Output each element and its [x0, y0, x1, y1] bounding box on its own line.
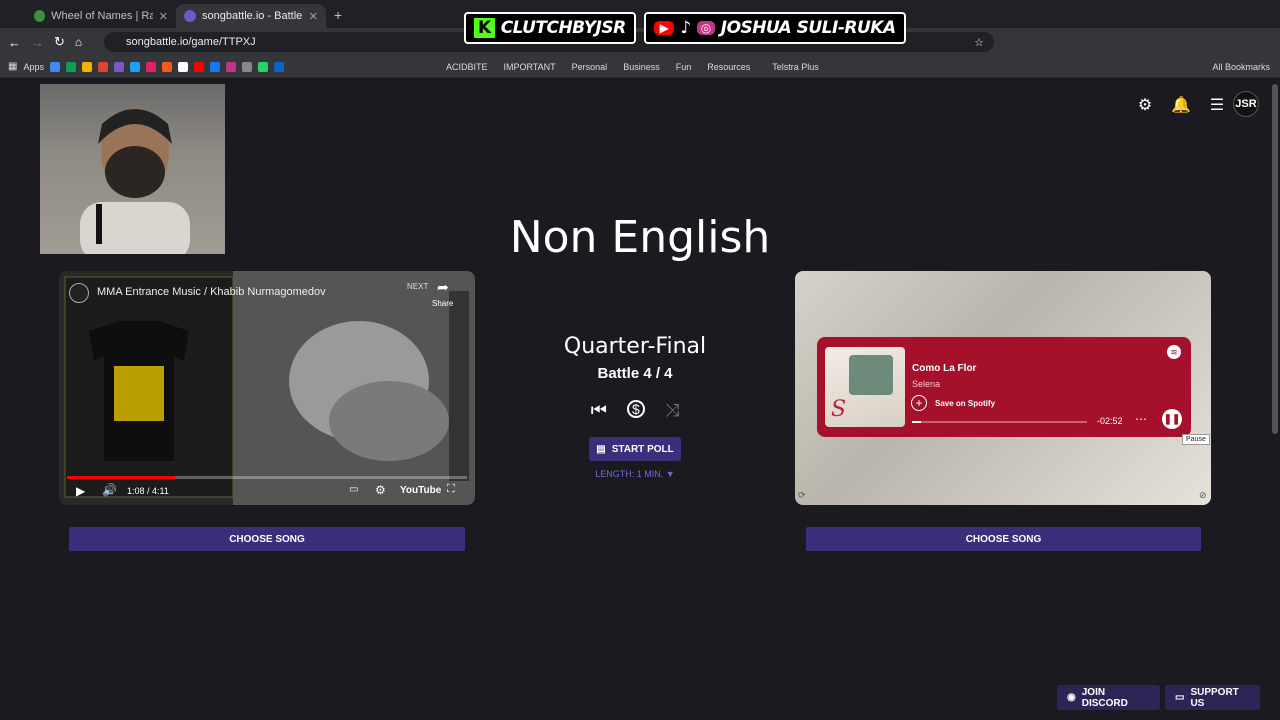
bookmark-all[interactable]: All Bookmarks: [1212, 62, 1270, 72]
notifications-bell-icon[interactable]: 🔔: [1170, 94, 1192, 116]
start-poll-label: START POLL: [611, 443, 674, 455]
handle-text: CLUTCHBYJSR: [500, 18, 626, 38]
close-icon[interactable]: ✕: [309, 10, 318, 23]
join-discord-label: JOIN DISCORD: [1081, 686, 1128, 709]
album-art: S: [825, 347, 905, 427]
kick-icon: K: [474, 18, 495, 38]
kick-handle: K CLUTCHBYJSR: [464, 12, 636, 44]
reload-icon[interactable]: ↻: [54, 34, 65, 50]
settings-icon[interactable]: ⚙: [375, 483, 386, 497]
bookmark-star-icon[interactable]: ☆: [974, 36, 984, 49]
choose-song-button-right[interactable]: CHOOSE SONG: [806, 527, 1201, 551]
share-label[interactable]: Share: [432, 299, 453, 308]
next-label: NEXT: [407, 282, 429, 291]
youtube-logo[interactable]: YouTube: [400, 485, 441, 496]
previous-icon[interactable]: ⏮: [591, 400, 607, 421]
youtube-player[interactable]: MMA Entrance Music / Khabib Nurmagomedov…: [59, 271, 475, 505]
video-time: 1:08 / 4:11: [127, 486, 169, 496]
shuffle-icon[interactable]: ⤨: [665, 400, 679, 421]
youtube-icon: ▶: [653, 21, 675, 35]
play-icon[interactable]: ▶: [76, 484, 85, 498]
tiktok-icon: ♪: [680, 18, 691, 38]
category-title: Non English: [509, 212, 771, 263]
tab-wheel-of-names[interactable]: Wheel of Names | Random nam ✕: [26, 4, 176, 28]
choose-song-button-left[interactable]: CHOOSE SONG: [69, 527, 465, 551]
spotify-player[interactable]: S Como La Flor Selena + Save on Spotify …: [817, 337, 1191, 437]
track-progress-fill: [912, 421, 921, 423]
tab-songbattle[interactable]: songbattle.io - Battle Song ✕: [176, 4, 326, 28]
socials-handle: ▶ ♪ ◎ JOSHUA SULI-RUKA: [643, 12, 906, 44]
tab-favicon-icon: [184, 10, 196, 22]
tab-favicon-icon: [34, 10, 46, 22]
tab-title: songbattle.io - Battle Song: [202, 10, 302, 22]
time-remaining: -02:52: [1097, 416, 1123, 426]
video-title[interactable]: MMA Entrance Music / Khabib Nurmagomedov: [97, 286, 326, 298]
bookmarks-bar: ▦ Apps ACIDBITE IMPORTANT Personal Busin…: [0, 56, 1280, 78]
tab-title: Wheel of Names | Random nam: [51, 10, 153, 22]
artist-name[interactable]: Selena: [912, 379, 940, 389]
page-scrollbar[interactable]: [1272, 84, 1278, 434]
bookmark-apps[interactable]: Apps: [23, 62, 44, 72]
support-us-label: SUPPORT US: [1190, 686, 1239, 709]
battle-info: Quarter-Final Battle 4 / 4 ⏮ $ ⤨ ▤ START…: [540, 334, 730, 479]
webcam-overlay: [40, 84, 225, 254]
poll-length-select[interactable]: LENGTH: 1 MIN. ▼: [540, 469, 730, 479]
new-tab-icon[interactable]: +: [334, 7, 342, 23]
volume-icon[interactable]: 🔊: [102, 483, 117, 497]
pause-tooltip: Pause: [1182, 434, 1210, 445]
handle-text: JOSHUA SULI-RUKA: [720, 18, 896, 38]
spotify-embed-area: S Como La Flor Selena + Save on Spotify …: [795, 271, 1211, 505]
poll-icon: ▤: [596, 443, 606, 455]
video-progress-track[interactable]: [67, 476, 467, 479]
start-poll-button[interactable]: ▤ START POLL: [589, 437, 681, 461]
save-on-spotify[interactable]: Save on Spotify: [935, 399, 995, 408]
video-progress-fill: [67, 476, 175, 479]
discord-icon: ◉: [1067, 692, 1076, 703]
stream-banner: K CLUTCHBYJSR ▶ ♪ ◎ JOSHUA SULI-RUKA: [464, 12, 906, 44]
forward-icon[interactable]: →: [31, 35, 44, 50]
track-progress-track[interactable]: [912, 421, 1087, 423]
back-icon[interactable]: ←: [8, 35, 21, 50]
avatar[interactable]: JSR: [1233, 91, 1259, 117]
share-icon[interactable]: ➦: [437, 279, 449, 296]
home-icon[interactable]: ⌂: [75, 35, 82, 49]
battle-controls: ⏮ $ ⤨: [540, 400, 730, 421]
pause-icon[interactable]: ❚❚: [1162, 409, 1182, 429]
add-circle-icon[interactable]: +: [911, 395, 927, 411]
coin-icon[interactable]: $: [626, 400, 645, 418]
channel-logo-icon: [69, 283, 89, 303]
captions-icon[interactable]: ▭: [349, 484, 358, 495]
more-options-icon[interactable]: ⋯: [1135, 412, 1147, 426]
bookmark-folder[interactable]: IMPORTANT: [503, 62, 555, 72]
spotify-logo-icon[interactable]: ≋: [1167, 345, 1181, 359]
bookmark-folder[interactable]: Business: [623, 62, 660, 72]
join-discord-button[interactable]: ◉ JOIN DISCORD: [1057, 685, 1160, 710]
fullscreen-icon[interactable]: ⛶: [447, 483, 455, 496]
round-label: Quarter-Final: [563, 334, 707, 359]
hide-icon[interactable]: ⊘: [1199, 490, 1207, 501]
bookmark-folder[interactable]: Resources: [707, 62, 750, 72]
address-text: songbattle.io/game/TTPXJ: [126, 36, 256, 48]
bookmark-folder[interactable]: Fun: [676, 62, 692, 72]
close-icon[interactable]: ✕: [159, 10, 168, 23]
support-us-button[interactable]: ▭ SUPPORT US: [1165, 685, 1260, 710]
bookmark-folder[interactable]: Telstra Plus: [772, 62, 819, 72]
bookmark-folder[interactable]: Personal: [572, 62, 608, 72]
instagram-icon: ◎: [696, 21, 715, 35]
bookmark-icons: [49, 61, 440, 72]
person-image: [80, 108, 190, 254]
menu-icon[interactable]: ☰: [1206, 94, 1228, 116]
settings-gear-icon[interactable]: ⚙: [1134, 94, 1156, 116]
video-thumbnail: [59, 271, 475, 505]
track-title[interactable]: Como La Flor: [912, 363, 976, 374]
ticket-icon: ▭: [1175, 692, 1185, 703]
battle-counter: Battle 4 / 4: [597, 365, 673, 382]
refresh-icon[interactable]: ⟳: [798, 490, 806, 501]
apps-grid-icon[interactable]: ▦: [8, 61, 17, 72]
bookmark-folder[interactable]: ACIDBITE: [446, 62, 488, 72]
